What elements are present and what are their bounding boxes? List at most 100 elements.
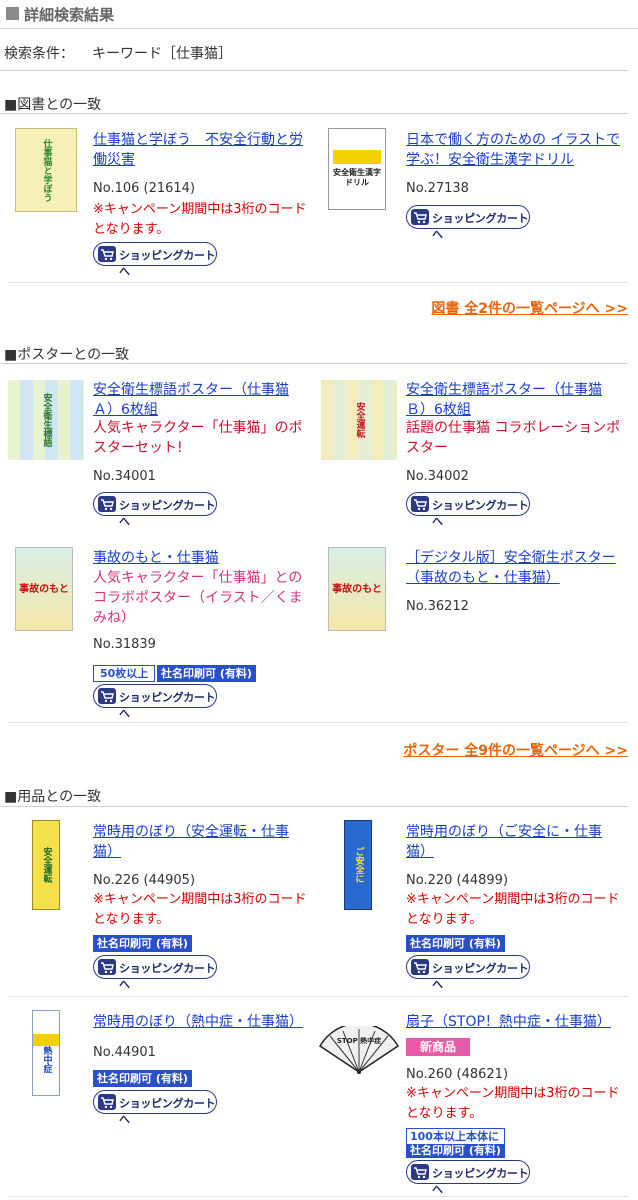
new-product-badge: 新商品 <box>406 1038 471 1056</box>
flag-thumbnail-3[interactable]: 熱中症 <box>32 1010 60 1096</box>
campaign-note: ※キャンペーン期間中は3桁のコードとなります。 <box>406 892 620 927</box>
poster-thumbnail-1[interactable]: 安全衛生標語 <box>8 380 84 460</box>
more-books-link[interactable]: 図書 全2件の一覧ページへ >> <box>431 298 628 318</box>
book-thumbnail-1[interactable]: 仕事猫と学ぼう <box>15 128 77 212</box>
thumb-text: STOP 熱中症 <box>336 1037 382 1045</box>
shopping-cart-button[interactable]: ショッピングカートへ <box>93 684 217 720</box>
product-title-link[interactable]: 常時用のぼり（熱中症・仕事猫） <box>93 1012 308 1032</box>
shopping-cart-button[interactable]: ショッピングカートへ <box>406 955 530 991</box>
poster-thumbnail-3[interactable]: 事故のもと <box>15 547 73 631</box>
cart-icon <box>411 959 429 975</box>
product-number: No.106 (21614) <box>93 181 196 196</box>
product-number: No.44901 <box>93 1045 156 1060</box>
page-header: 詳細検索結果 <box>0 0 638 29</box>
cart-label: ショッピングカートへ <box>119 691 216 720</box>
shopping-cart-button[interactable]: ショッピングカートへ <box>93 492 217 528</box>
cart-label: ショッピングカートへ <box>119 962 216 991</box>
thumb-text: 安全運転 <box>41 847 52 883</box>
divider <box>0 70 628 71</box>
print-badge: 100本以上本体に 社名印刷可 (有料) <box>406 1128 505 1158</box>
product-number: No.220 (44899) <box>406 873 509 888</box>
print-badge-line1: 100本以上本体に <box>410 1130 499 1143</box>
flag-thumbnail-1[interactable]: 安全運転 <box>32 820 60 910</box>
section-heading-books: ■図書との一致 <box>4 97 102 113</box>
divider <box>0 363 628 364</box>
print-badge: 社名印刷可 (有料) <box>93 935 192 952</box>
cart-icon <box>98 688 116 704</box>
condition-value: キーワード［仕事猫］ <box>92 46 232 62</box>
thumb-text: 事故のもと <box>19 583 69 595</box>
thumb-text: 安全運転 <box>354 402 365 438</box>
search-condition: 検索条件： キーワード［仕事猫］ <box>4 43 232 63</box>
shopping-cart-button[interactable]: ショッピングカートへ <box>406 492 530 528</box>
product-title-link[interactable]: 仕事猫と学ぼう 不安全行動と労働災害 <box>93 130 308 170</box>
thumb-text: 安全衛生漢字ドリル <box>333 168 381 187</box>
fan-icon <box>318 1026 400 1074</box>
cart-label: ショッピングカートへ <box>432 962 529 991</box>
flag-top-band <box>33 1033 59 1046</box>
item-divider <box>8 1196 628 1197</box>
more-posters-link[interactable]: ポスター 全9件の一覧ページへ >> <box>403 740 628 760</box>
product-title-link[interactable]: 常時用のぼり（ご安全に・仕事猫） <box>406 822 621 862</box>
cart-label: ショッピングカートへ <box>432 212 529 241</box>
fan-thumbnail[interactable]: STOP 熱中症 <box>318 1026 400 1074</box>
print-badge-line2: 社名印刷可 (有料) <box>407 1144 504 1157</box>
shopping-cart-button[interactable]: ショッピングカートへ <box>93 955 217 991</box>
print-badge: 社名印刷可 (有料) <box>406 935 505 952</box>
campaign-note: ※キャンペーン期間中は3桁のコードとなります。 <box>93 892 307 927</box>
page-title: 詳細検索結果 <box>24 6 115 24</box>
thumb-text: 熱中症 <box>41 1045 52 1073</box>
product-number: No.34002 <box>406 469 469 484</box>
section-heading-posters: ■ポスターとの一致 <box>4 347 130 363</box>
cart-label: ショッピングカートへ <box>119 249 216 278</box>
shopping-cart-button[interactable]: ショッピングカートへ <box>406 1160 530 1196</box>
divider <box>0 806 628 807</box>
cart-icon <box>411 496 429 512</box>
poster-thumbnail-2[interactable]: 安全運転 <box>321 380 397 460</box>
thumb-text: 仕事猫と学ぼう <box>41 138 52 202</box>
condition-label: 検索条件： <box>4 46 74 62</box>
product-number: No.260 (48621) <box>406 1067 509 1082</box>
poster-thumbnail-4[interactable]: 事故のもと <box>328 547 386 631</box>
divider <box>0 113 628 114</box>
product-subtitle: 話題の仕事猫 コラボレーションポスター <box>406 420 621 456</box>
cart-icon <box>411 209 429 225</box>
print-badge: 社名印刷可 (有料) <box>157 665 256 682</box>
product-title-link[interactable]: ［デジタル版］安全衛生ポスター（事故のもと・仕事猫） <box>406 548 621 588</box>
thumb-band <box>333 150 381 164</box>
cart-label: ショッピングカートへ <box>432 499 529 528</box>
product-title-link[interactable]: 安全衛生標語ポスター（仕事猫Ｂ）6枚組 <box>406 380 621 420</box>
product-subtitle: 人気キャラクター「仕事猫」のポスターセット! <box>93 420 303 456</box>
shopping-cart-button[interactable]: ショッピングカートへ <box>406 205 530 241</box>
header-square-icon <box>6 7 19 20</box>
campaign-note: ※キャンペーン期間中は3桁のコードとなります。 <box>406 1086 620 1121</box>
product-number: No.226 (44905) <box>93 873 196 888</box>
quantity-badge: 50枚以上 <box>93 665 156 682</box>
cart-label: ショッピングカートへ <box>432 1167 529 1196</box>
shopping-cart-button[interactable]: ショッピングカートへ <box>93 1090 217 1126</box>
product-title-link[interactable]: 安全衛生標語ポスター（仕事猫Ａ）6枚組 <box>93 380 308 420</box>
product-title-link[interactable]: 日本で働く方のための イラストで学ぶ！安全衛生漢字ドリル <box>406 130 621 170</box>
section-heading-goods: ■用品との一致 <box>4 789 102 805</box>
item-divider <box>8 996 628 997</box>
product-title-link[interactable]: 扇子（STOP！熱中症・仕事猫） <box>406 1012 621 1032</box>
book-thumbnail-2[interactable]: 安全衛生漢字ドリル <box>328 128 386 210</box>
cart-label: ショッピングカートへ <box>119 1097 216 1126</box>
cart-label: ショッピングカートへ <box>119 499 216 528</box>
shopping-cart-button[interactable]: ショッピングカートへ <box>93 242 217 278</box>
cart-icon <box>98 496 116 512</box>
campaign-note: ※キャンペーン期間中は3桁のコードとなります。 <box>93 202 307 237</box>
cart-icon <box>98 246 116 262</box>
print-badge: 社名印刷可 (有料) <box>93 1070 192 1087</box>
thumb-text: ご安全に <box>353 847 364 883</box>
product-number: No.27138 <box>406 181 469 196</box>
product-number: No.34001 <box>93 469 156 484</box>
thumb-text: 安全衛生標語 <box>41 393 52 447</box>
item-divider <box>8 282 628 283</box>
product-title-link[interactable]: 常時用のぼり（安全運転・仕事猫） <box>93 822 308 862</box>
product-subtitle: 人気キャラクター「仕事猫」とのコラボポスター（イラスト／くまみね） <box>93 570 303 626</box>
product-number: No.31839 <box>93 637 156 652</box>
product-title-link[interactable]: 事故のもと・仕事猫 <box>93 548 308 568</box>
flag-thumbnail-2[interactable]: ご安全に <box>344 820 372 910</box>
product-number: No.36212 <box>406 599 469 614</box>
